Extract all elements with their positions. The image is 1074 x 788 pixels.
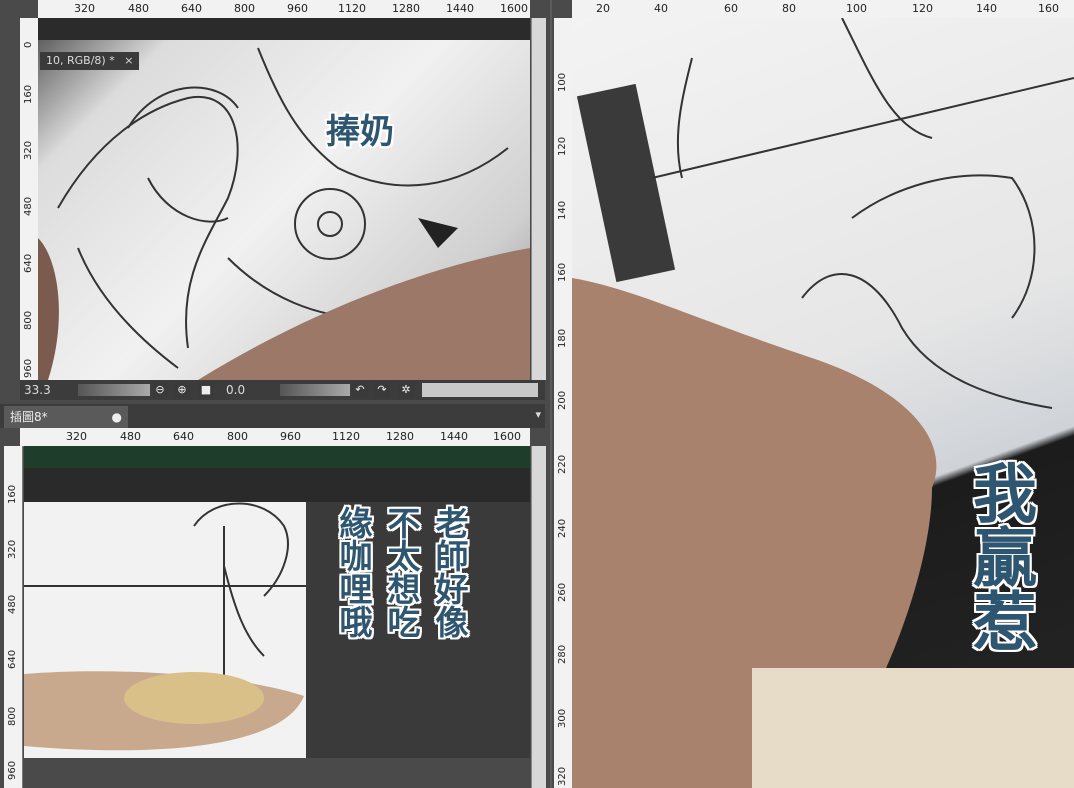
ruler-tick: 160	[557, 262, 568, 282]
bottom-left-scrollbar[interactable]	[531, 446, 546, 788]
ruler-tick: 160	[23, 84, 34, 104]
ruler-tick: 480	[128, 2, 149, 15]
reset-rotation-icon[interactable]: ✲	[398, 382, 414, 398]
fit-screen-icon[interactable]: ■	[198, 382, 214, 398]
ruler-tick: 100	[846, 2, 867, 15]
ruler-tick: 260	[557, 582, 568, 602]
rotate-right-icon[interactable]: ↷	[374, 382, 390, 398]
ruler-tick: 480	[23, 196, 34, 216]
tab-illustration-8[interactable]: 插圖8* ●	[4, 406, 128, 428]
ruler-tick: 1440	[440, 430, 468, 443]
top-caption: 捧奶	[326, 112, 394, 152]
ruler-tick: 1280	[392, 2, 420, 15]
top-left-ruler-vertical: 0 160 320 480 640 800 960	[20, 18, 39, 380]
ruler-tick: 640	[7, 649, 18, 669]
ruler-tick: 640	[181, 2, 202, 15]
zoom-slider[interactable]	[78, 384, 150, 396]
ruler-tick: 1440	[446, 2, 474, 15]
horizontal-scrollbar[interactable]	[422, 383, 538, 397]
rotate-slider[interactable]	[280, 384, 350, 396]
tab-label: 插圖8*	[10, 410, 48, 424]
zoom-in-icon[interactable]: ⊕	[174, 382, 190, 398]
ruler-tick: 320	[66, 430, 87, 443]
top-left-scrollbar[interactable]	[531, 18, 546, 380]
ruler-tick: 160	[1038, 2, 1059, 15]
top-left-status-bar: 33.3 ⊖ ⊕ ■ 0.0 ↶ ↷ ✲	[20, 380, 545, 400]
ruler-tick: 140	[557, 200, 568, 220]
modified-dot-icon[interactable]: ●	[112, 406, 122, 428]
caption-column: 緣咖哩哦	[334, 506, 373, 638]
ruler-tick: 0	[23, 41, 34, 48]
caption-column: 老師好像	[430, 506, 469, 638]
ruler-tick: 200	[557, 390, 568, 410]
ruler-tick: 60	[724, 2, 738, 15]
ruler-tick: 800	[234, 2, 255, 15]
top-left-canvas[interactable]: 10, RGB/8) * × 捧奶	[38, 18, 530, 380]
ruler-tick: 960	[287, 2, 308, 15]
zoom-value[interactable]: 33.3	[24, 383, 51, 397]
ruler-tick: 280	[557, 644, 568, 664]
caption-column: 不太想吃	[382, 506, 421, 638]
ruler-tick: 140	[976, 2, 997, 15]
ruler-tick: 320	[74, 2, 95, 15]
ruler-tick: 320	[557, 766, 568, 786]
ruler-tick: 480	[120, 430, 141, 443]
ruler-tick: 480	[7, 594, 18, 614]
ruler-tick: 40	[654, 2, 668, 15]
ruler-tick: 80	[782, 2, 796, 15]
right-caption: 我贏惹	[962, 460, 1037, 652]
ruler-tick: 640	[23, 253, 34, 273]
right-canvas[interactable]: 我贏惹	[572, 18, 1074, 788]
ruler-tick: 320	[23, 140, 34, 160]
ruler-tick: 1280	[386, 430, 414, 443]
ruler-tick: 180	[557, 328, 568, 348]
ruler-tick: 220	[557, 454, 568, 474]
tab-menu-icon[interactable]: ▾	[535, 408, 541, 421]
ruler-tick: 1600	[500, 2, 528, 15]
ruler-tick: 160	[7, 484, 18, 504]
ruler-tick: 240	[557, 518, 568, 538]
ruler-tick: 1120	[338, 2, 366, 15]
sketch-drawing	[572, 18, 1074, 788]
sketch-drawing	[38, 47, 530, 380]
ruler-tick: 120	[912, 2, 933, 15]
right-ruler-vertical: 100 120 140 160 180 200 220 240 260 280 …	[554, 18, 573, 788]
top-left-ruler-horizontal: 320 480 640 800 960 1120 1280 1440 1600	[38, 0, 530, 19]
bottom-left-canvas[interactable]: 緣咖哩哦 不太想吃 老師好像	[24, 446, 530, 758]
ruler-tick: 800	[23, 310, 34, 330]
ruler-tick: 300	[557, 708, 568, 728]
angle-value[interactable]: 0.0	[226, 383, 245, 397]
ruler-tick: 800	[7, 706, 18, 726]
bottom-left-tab-bar: 插圖8* ● ▾	[0, 404, 545, 428]
ruler-tick: 320	[7, 539, 18, 559]
ruler-tick: 1600	[493, 430, 521, 443]
ruler-tick: 960	[280, 430, 301, 443]
bottom-left-ruler-vertical: 160 320 480 640 800 960	[4, 446, 23, 788]
ruler-tick: 640	[173, 430, 194, 443]
ruler-tick: 120	[557, 136, 568, 156]
rotate-left-icon[interactable]: ↶	[352, 382, 368, 398]
ruler-tick: 100	[557, 72, 568, 92]
ruler-tick: 960	[7, 760, 18, 780]
ruler-tick: 960	[23, 358, 34, 378]
right-ruler-horizontal: 20 40 60 80 100 120 140 160	[572, 0, 1074, 19]
zoom-out-icon[interactable]: ⊖	[152, 382, 168, 398]
ruler-tick: 20	[596, 2, 610, 15]
bottom-caption: 緣咖哩哦 不太想吃 老師好像	[332, 506, 470, 638]
bottom-left-ruler-horizontal: 320 480 640 800 960 1120 1280 1440 1600	[20, 428, 530, 447]
ruler-tick: 800	[227, 430, 248, 443]
ruler-tick: 1120	[332, 430, 360, 443]
